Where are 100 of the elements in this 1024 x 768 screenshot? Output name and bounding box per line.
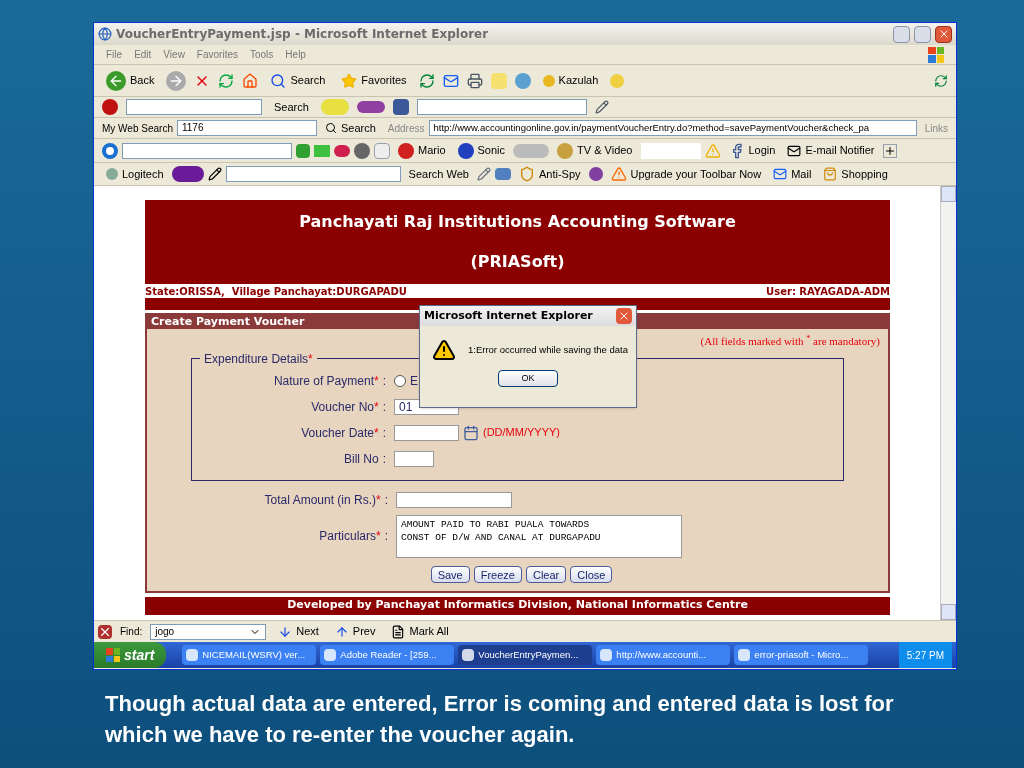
mail-icon[interactable]	[442, 72, 459, 89]
refresh-icon[interactable]	[934, 73, 948, 88]
search-icon	[270, 72, 287, 89]
scroll-down-button[interactable]	[941, 604, 956, 620]
required-mark: *	[374, 425, 379, 440]
menu-item[interactable]: Favorites	[196, 47, 238, 62]
close-icon[interactable]	[98, 624, 112, 639]
mail-icon	[787, 143, 802, 158]
form-button[interactable]: Clear	[525, 565, 567, 583]
toolbar-button[interactable]: Favorites	[337, 72, 411, 89]
toolbar-button[interactable]: Shopping	[819, 165, 892, 183]
search-field[interactable]	[225, 166, 401, 182]
app-subtitle: (PRIASoft)	[470, 251, 565, 273]
toolbar-button[interactable]: E-mail Notifier	[783, 142, 879, 159]
menu-item[interactable]: Tools	[250, 47, 274, 62]
windows-logo-icon	[928, 46, 944, 63]
colon: :	[384, 492, 388, 507]
print-icon[interactable]	[466, 72, 483, 89]
address-label: Address	[387, 121, 425, 136]
taskbar-button[interactable]: VoucherEntryPaymen...	[458, 645, 593, 665]
toolbar-button[interactable]: Search	[320, 119, 380, 137]
warning-icon	[610, 166, 627, 182]
field-label: Total Amount (in Rs.)	[264, 492, 376, 507]
toolbar-button[interactable]: Mark All	[387, 623, 453, 640]
toolbar-button[interactable]: Login	[724, 142, 780, 159]
field-label: Nature of Payment	[273, 373, 374, 388]
find-label: Find:	[120, 625, 143, 639]
input-field[interactable]	[396, 491, 512, 508]
toolbar-button[interactable]: Search Web	[404, 165, 473, 183]
search-field[interactable]: 1176	[176, 120, 317, 136]
calendar-icon[interactable]	[463, 424, 479, 441]
star-icon	[341, 72, 358, 89]
form-button[interactable]: Save	[430, 565, 470, 583]
toolbar-button[interactable]: Prev	[330, 623, 380, 640]
forward-icon[interactable]	[166, 70, 187, 91]
search-field[interactable]	[126, 99, 262, 115]
toolbar-button[interactable]: Upgrade your Toolbar Now	[606, 165, 766, 183]
taskbar-button[interactable]: http://www.accounti...	[596, 645, 731, 665]
toolbar-button[interactable]: Back	[102, 70, 159, 91]
footer-text: Developed by Panchayat Informatics Division, National Informatics Centre	[287, 597, 748, 614]
menu-item[interactable]: Help	[285, 47, 306, 62]
field-label: Voucher No	[311, 399, 374, 414]
address-field[interactable]: http://www.accountingonline.gov.in/paymentVoucherEntry.do?method=savePaymentVoucher&check_pa	[428, 120, 917, 136]
home-icon[interactable]	[242, 72, 259, 89]
toolbar-button[interactable]: Search	[270, 98, 313, 116]
taskbar-button[interactable]: error-priasoft - Micro...	[734, 645, 869, 665]
toolbar-button[interactable]: Mail	[769, 165, 816, 183]
toolbar-button[interactable]: Mario	[394, 142, 450, 159]
required-mark: *	[374, 373, 379, 388]
app-title: Panchayati Raj Institutions Accounting Software	[299, 211, 736, 233]
text-area[interactable]: AMOUNT PAID TO RABI PUALA TOWARDS CONST OF D/W AND CANAL AT DURGAPADU	[396, 514, 682, 558]
scrollbar[interactable]	[940, 186, 956, 620]
text-field[interactable]	[640, 142, 701, 159]
close-button[interactable]	[935, 25, 952, 43]
app-icon	[738, 649, 751, 661]
text-field[interactable]	[416, 99, 587, 115]
slide-caption: Though actual data are entered, Error is coming and entered data is lost for which we have to re-enter the voucher again.	[105, 690, 895, 749]
menu-item[interactable]: File	[106, 47, 123, 62]
app-icon	[324, 649, 337, 661]
history-icon[interactable]	[418, 72, 435, 89]
date-format-hint: (DD/MM/YYYY)	[483, 425, 560, 441]
colon: :	[382, 399, 386, 414]
plus-icon[interactable]	[882, 143, 897, 158]
up-arrow-icon	[334, 624, 349, 639]
target-icon[interactable]	[102, 142, 118, 159]
window-title: VoucherEntryPayment.jsp - Microsoft Internet Explorer	[116, 26, 489, 43]
form-button[interactable]: Close	[570, 565, 613, 583]
warning-icon[interactable]	[704, 142, 721, 159]
menu-item[interactable]: View	[163, 47, 185, 62]
toolbar-button[interactable]: Sonic	[453, 142, 510, 159]
start-button[interactable]: start	[94, 642, 167, 668]
form-button[interactable]: Freeze	[473, 565, 522, 583]
menu-item[interactable]: Edit	[134, 47, 152, 62]
toolbar-button[interactable]: Next	[274, 623, 323, 640]
toolbar-button[interactable]: Search	[266, 72, 330, 89]
search-icon	[324, 122, 337, 134]
required-mark: *	[374, 399, 379, 414]
browser-icon	[98, 27, 112, 41]
radio-button[interactable]	[394, 374, 406, 387]
toolbar-button[interactable]: TV & Video	[553, 142, 637, 159]
close-button[interactable]	[616, 308, 632, 324]
mandatory-note: (All fields marked with $^{*}$ are mandatory)	[700, 333, 880, 349]
input-field[interactable]	[394, 450, 434, 467]
refresh-icon[interactable]	[218, 72, 235, 89]
toolbar-button[interactable]: Logitech	[102, 165, 168, 183]
toolbar-button[interactable]: Kazulah	[538, 72, 603, 89]
pencil-icon[interactable]	[207, 167, 222, 181]
app-icon	[600, 649, 613, 661]
toolbar-button[interactable]: Anti-Spy	[514, 165, 585, 183]
minimize-button[interactable]	[893, 25, 910, 43]
ok-button[interactable]: OK	[498, 370, 558, 387]
scroll-up-button[interactable]	[941, 186, 956, 202]
error-message: 1:Error occurred while saving the data	[468, 342, 628, 357]
taskbar-button[interactable]: NICEMAIL(WSRV) ver...	[182, 645, 317, 665]
facebook-icon[interactable]	[392, 99, 409, 115]
find-field[interactable]: jogo	[150, 623, 267, 640]
required-mark: *	[308, 351, 313, 366]
search-field[interactable]	[122, 142, 292, 159]
input-field[interactable]	[394, 424, 459, 441]
taskbar-button[interactable]: Adobe Reader - [259...	[320, 645, 455, 665]
